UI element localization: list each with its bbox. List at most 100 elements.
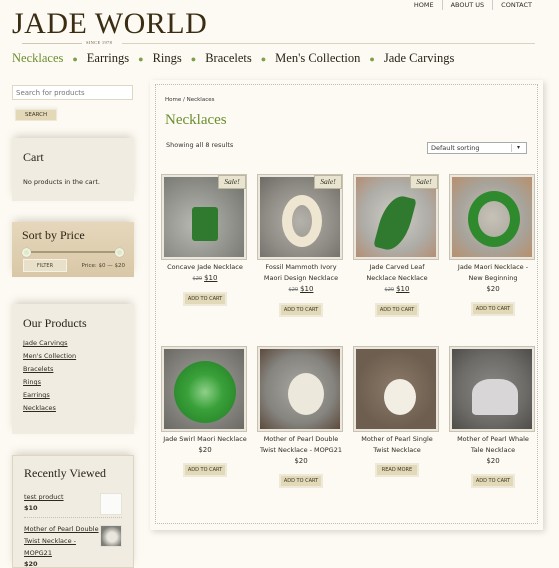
product-price: $20 (450, 456, 536, 467)
product-card: Mother of Pearl Whale Tale Necklace $20 AD… (450, 347, 536, 488)
add-to-cart-button[interactable]: ADD TO CART (471, 474, 515, 488)
home-link[interactable]: HOME (406, 0, 443, 10)
recent-item: Mother of Pearl Double Twist Necklace - … (24, 523, 122, 568)
sorting-value: Default sorting (431, 144, 480, 152)
price: $20 (294, 457, 308, 465)
cart-widget: Cart No products in the cart. (12, 138, 134, 201)
slider-max-handle[interactable] (115, 248, 124, 257)
category-link[interactable]: Necklaces (23, 404, 56, 412)
product-name[interactable]: Fossil Mammoth Ivory Maori Design Neckla… (258, 262, 344, 284)
product-name[interactable]: Mother of Pearl Double Twist Necklace - … (258, 434, 344, 456)
divider (22, 43, 82, 44)
old-price: $20 (384, 287, 395, 293)
product-price: $20 (450, 284, 536, 295)
pendant-shape (468, 191, 520, 247)
search-input[interactable] (12, 85, 133, 100)
nav-rings[interactable]: Rings (153, 51, 182, 66)
pendant-shape (174, 361, 236, 423)
nav-mens-collection[interactable]: Men's Collection (275, 51, 360, 66)
sale-price: $10 (300, 285, 314, 293)
product-image[interactable] (258, 347, 342, 431)
nav-bracelets[interactable]: Bracelets (205, 51, 252, 66)
content-frame: Home / Necklaces Necklaces Showing all 8… (155, 84, 538, 524)
product-card: Mother of Pearl Double Twist Necklace - … (258, 347, 344, 488)
product-price: $20 (162, 445, 248, 456)
sorting-select[interactable]: Default sorting ▾ (427, 142, 527, 154)
category-link[interactable]: Men's Collection (23, 352, 76, 360)
product-image[interactable] (162, 347, 246, 431)
divider (122, 43, 535, 44)
product-card: Jade Swirl Maori Necklace $20 ADD TO CART (162, 347, 248, 477)
site-logo[interactable]: JADE WORLD (12, 8, 207, 40)
pendant-shape (192, 207, 218, 241)
product-image[interactable] (450, 347, 534, 431)
cart-empty-message: No products in the cart. (23, 178, 100, 186)
product-image[interactable] (354, 347, 438, 431)
add-to-cart-button[interactable]: ADD TO CART (279, 474, 323, 488)
product-card: Mother of Pearl Single Twist Necklace REA… (354, 347, 440, 477)
product-name[interactable]: Jade Carved Leaf Necklace Necklace (354, 262, 440, 284)
product-name[interactable]: Mother of Pearl Whale Tale Necklace (450, 434, 536, 456)
bullet-icon: ● (138, 53, 144, 64)
product-image[interactable] (450, 175, 534, 259)
product-name[interactable]: Mother of Pearl Single Twist Necklace (354, 434, 440, 456)
contact-link[interactable]: CONTACT (493, 0, 532, 10)
price-filter-title: Sort by Price (22, 228, 85, 242)
product-name[interactable]: Jade Swirl Maori Necklace (162, 434, 248, 445)
bullet-icon: ● (190, 53, 197, 64)
price-range-label: Price: $0 — $20 (81, 263, 125, 269)
slider-min-handle[interactable] (22, 248, 31, 257)
sale-price: $10 (204, 274, 218, 282)
bullet-icon: ● (72, 53, 78, 64)
top-links: HOME ABOUT US CONTACT (406, 0, 532, 10)
price: $20 (198, 446, 212, 454)
product-price: $20 $10 (258, 284, 344, 296)
recent-item-thumbnail[interactable] (100, 525, 122, 547)
divider (24, 517, 122, 518)
sale-badge: Sale! (410, 175, 438, 189)
category-link[interactable]: Jade Carvings (23, 339, 68, 347)
bullet-icon: ● (260, 53, 267, 64)
main-content: Home / Necklaces Necklaces Showing all 8… (150, 80, 543, 530)
recent-item: test product $10 (24, 491, 122, 515)
category-link[interactable]: Bracelets (23, 365, 53, 373)
recent-item-link[interactable]: test product (24, 491, 96, 503)
product-card: Sale! Fossil Mammoth Ivory Maori Design N… (258, 175, 344, 317)
pendant-shape (384, 379, 416, 415)
add-to-cart-button[interactable]: ADD TO CART (471, 302, 515, 316)
sale-badge: Sale! (314, 175, 342, 189)
product-name[interactable]: Concave Jade Necklace (162, 262, 248, 273)
main-nav: Necklaces ● Earrings ● Rings ● Bracelets… (12, 51, 454, 66)
recent-item-price: $20 (24, 560, 38, 568)
about-us-link[interactable]: ABOUT US (443, 0, 494, 10)
sale-price: $10 (396, 285, 410, 293)
filter-button[interactable]: FILTER (23, 259, 67, 272)
dropdown-arrow-icon: ▾ (511, 144, 525, 152)
product-card: Jade Maori Necklace - New Beginning $20 AD… (450, 175, 536, 316)
breadcrumb[interactable]: Home / Necklaces (165, 97, 214, 103)
nav-earrings[interactable]: Earrings (87, 51, 129, 66)
category-link[interactable]: Earrings (23, 391, 50, 399)
category-link[interactable]: Rings (23, 378, 41, 386)
old-price: $20 (192, 276, 203, 282)
read-more-button[interactable]: READ MORE (375, 463, 419, 477)
cart-title: Cart (23, 150, 44, 164)
our-products-widget: Our Products Jade Carvings Men's Collect… (12, 304, 134, 434)
product-price: $20 (258, 456, 344, 467)
slider-track (25, 251, 121, 253)
add-to-cart-button[interactable]: ADD TO CART (183, 463, 227, 477)
product-price: $20 $10 (354, 284, 440, 296)
product-name[interactable]: Jade Maori Necklace - New Beginning (450, 262, 536, 284)
add-to-cart-button[interactable]: ADD TO CART (183, 292, 227, 306)
recent-item-link[interactable]: Mother of Pearl Double Twist Necklace - … (24, 523, 100, 559)
pendant-shape (472, 379, 518, 415)
price-slider[interactable] (22, 248, 124, 257)
nav-jade-carvings[interactable]: Jade Carvings (384, 51, 454, 66)
search-button[interactable]: SEARCH (15, 109, 57, 121)
nav-necklaces[interactable]: Necklaces (12, 51, 63, 66)
add-to-cart-button[interactable]: ADD TO CART (279, 303, 323, 317)
pendant-shape (282, 195, 322, 247)
add-to-cart-button[interactable]: ADD TO CART (375, 303, 419, 317)
price: $20 (486, 457, 500, 465)
recent-item-thumbnail[interactable] (100, 493, 122, 515)
